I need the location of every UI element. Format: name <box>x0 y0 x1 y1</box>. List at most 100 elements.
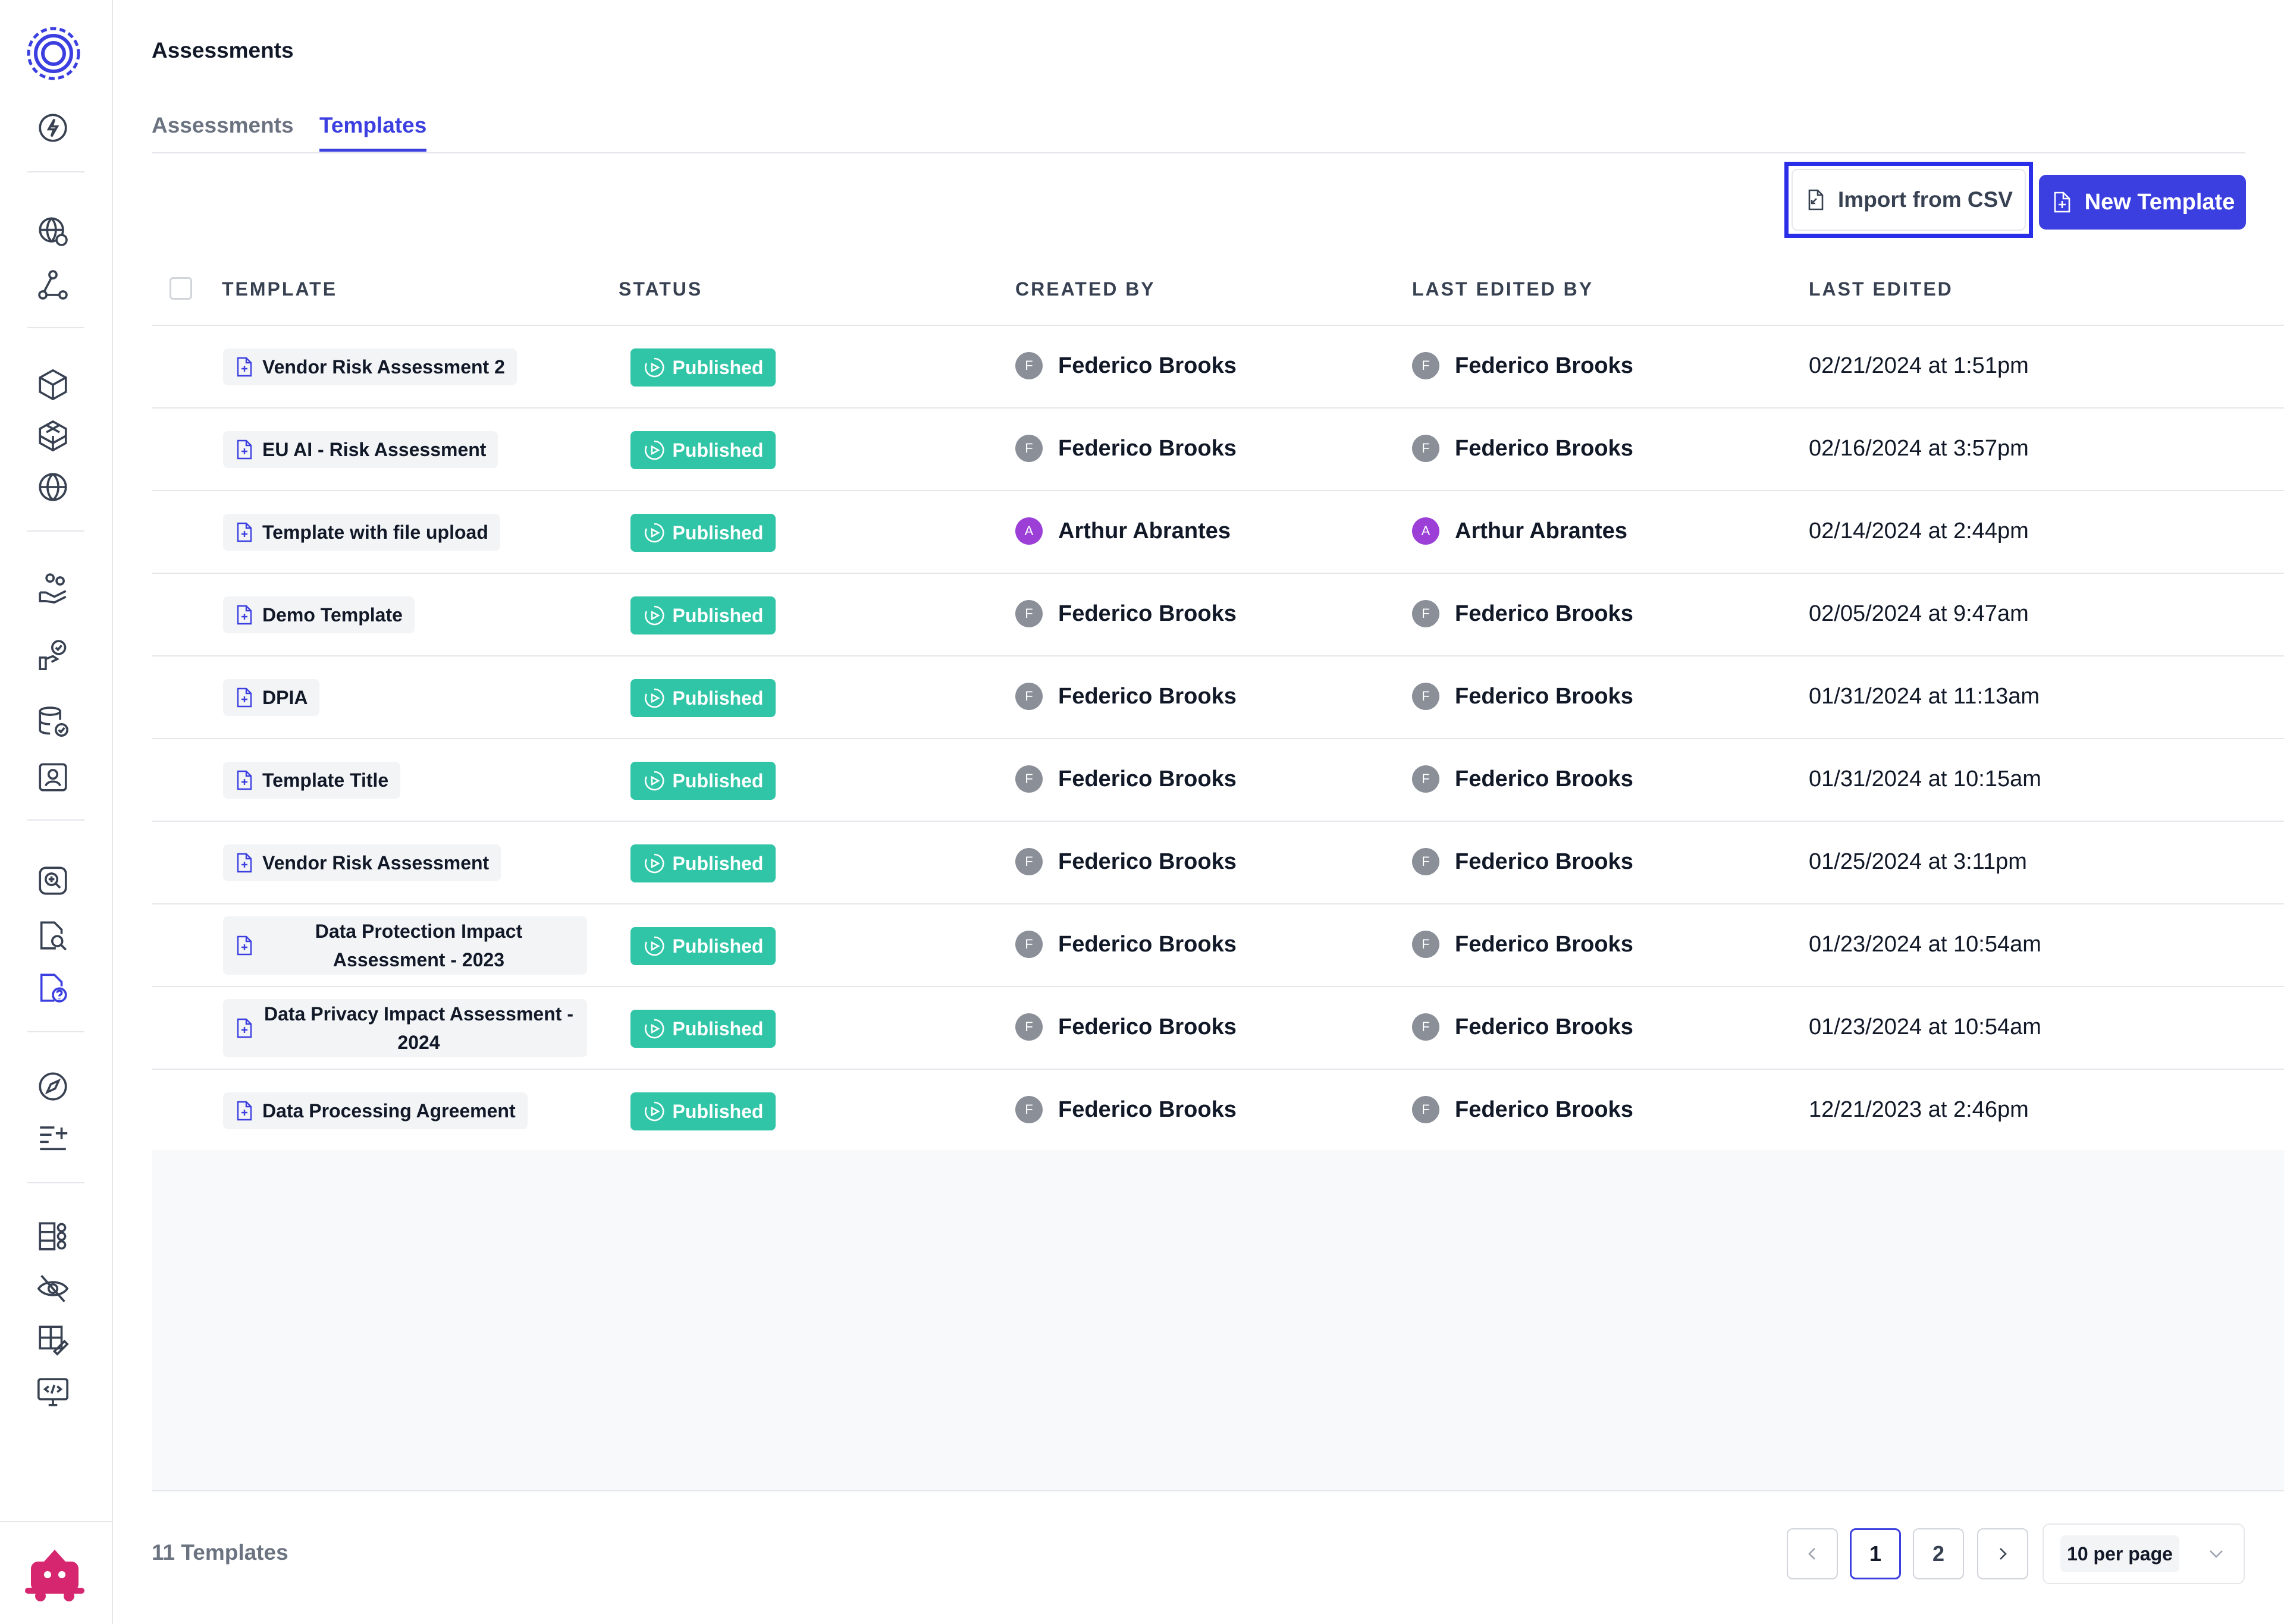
page-button-2[interactable]: 2 <box>1913 1528 1964 1579</box>
template-name-chip[interactable]: Vendor Risk Assessment 2 <box>223 348 517 385</box>
avatar: F <box>1015 1013 1043 1041</box>
created-by: F Federico Brooks <box>1015 600 1237 627</box>
per-page-select[interactable]: 10 per page <box>2043 1524 2245 1584</box>
tab-templates[interactable]: Templates <box>319 113 427 152</box>
template-name-chip[interactable]: Data Privacy Impact Assessment - 2024 <box>223 999 587 1057</box>
eye-off-icon[interactable] <box>34 1270 71 1307</box>
last-edited-date: 01/23/2024 at 10:54am <box>1809 1014 2041 1039</box>
mascot-icon[interactable] <box>23 1541 87 1603</box>
search-zoom-icon[interactable] <box>34 862 71 899</box>
column-header-template[interactable]: TEMPLATE <box>222 278 337 300</box>
template-name-chip[interactable]: Template Title <box>223 762 401 799</box>
apps-grid-icon[interactable] <box>34 1218 71 1255</box>
compass-icon[interactable] <box>34 1068 71 1105</box>
chevron-left-icon <box>1808 1548 1815 1560</box>
template-name: Demo Template <box>262 604 403 626</box>
table-header: TEMPLATE STATUS CREATED BY LAST EDITED B… <box>152 265 2284 326</box>
column-header-status[interactable]: STATUS <box>619 278 702 300</box>
select-all-checkbox[interactable] <box>170 277 192 300</box>
table-empty-area <box>152 1150 2284 1491</box>
table-row[interactable]: DPIA Published F Federico Brooks F Federico B… <box>152 656 2284 739</box>
table-row[interactable]: Template Title Published F Federico Brooks F… <box>152 739 2284 822</box>
template-name-chip[interactable]: Vendor Risk Assessment <box>223 844 501 881</box>
document-search-icon[interactable] <box>34 917 71 954</box>
last-edited-by: F Federico Brooks <box>1412 931 1633 958</box>
status-badge: Published <box>630 679 776 717</box>
hand-people-icon[interactable] <box>34 570 71 607</box>
last-edited-by: F Federico Brooks <box>1412 352 1633 379</box>
app-logo-icon[interactable] <box>24 24 83 83</box>
import-csv-button-inner[interactable]: Import from CSV <box>1792 169 2026 231</box>
last-edited-by-name: Federico Brooks <box>1455 1014 1633 1039</box>
last-edited-by-name: Federico Brooks <box>1455 849 1633 874</box>
created-by-name: Federico Brooks <box>1058 766 1237 791</box>
contact-card-icon[interactable] <box>34 759 71 796</box>
status-badge: Published <box>630 596 776 634</box>
table-row[interactable]: Vendor Risk Assessment 2 Published F Federi… <box>152 326 2284 409</box>
page-button-1[interactable]: 1 <box>1850 1528 1901 1579</box>
hand-thumb-icon[interactable] <box>34 636 71 673</box>
last-edited-by-name: Federico Brooks <box>1455 683 1633 709</box>
published-icon <box>644 853 664 874</box>
globe-grid-icon[interactable] <box>34 469 71 505</box>
table-row[interactable]: EU AI - Risk Assessment Published F Federic… <box>152 409 2284 491</box>
last-edited-date: 02/14/2024 at 2:44pm <box>1809 519 2029 544</box>
tab-assessments[interactable]: Assessments <box>152 113 294 149</box>
avatar: F <box>1412 600 1439 627</box>
last-edited-date: 02/21/2024 at 1:51pm <box>1809 353 2029 378</box>
status-badge: Published <box>630 1010 776 1048</box>
template-name-chip[interactable]: Data Processing Agreement <box>223 1092 528 1129</box>
prev-page-button[interactable] <box>1787 1528 1838 1579</box>
created-by-name: Federico Brooks <box>1058 435 1237 461</box>
table-row[interactable]: Vendor Risk Assessment Published F Federico… <box>152 822 2284 904</box>
template-name-chip[interactable]: EU AI - Risk Assessment <box>223 431 498 468</box>
published-icon <box>644 605 664 626</box>
published-icon <box>644 771 664 791</box>
column-header-last-edited-by[interactable]: LAST EDITED BY <box>1412 278 1593 300</box>
template-name-chip[interactable]: DPIA <box>223 679 320 716</box>
template-name-chip[interactable]: Template with file upload <box>223 514 500 551</box>
per-page-value: 10 per page <box>2060 1535 2179 1572</box>
box-icon[interactable] <box>34 366 71 403</box>
avatar: F <box>1015 848 1043 875</box>
created-by: F Federico Brooks <box>1015 352 1237 379</box>
new-template-button[interactable]: New Template <box>2039 175 2246 230</box>
next-page-button[interactable] <box>1977 1528 2028 1579</box>
file-import-icon <box>1808 189 1824 211</box>
table-row[interactable]: Data Protection Impact Assessment - 2023… <box>152 904 2284 987</box>
created-by: F Federico Brooks <box>1015 683 1237 710</box>
template-name: DPIA <box>262 686 308 708</box>
workflow-icon[interactable] <box>34 266 71 303</box>
bolt-icon[interactable] <box>34 109 71 146</box>
document-icon <box>237 357 252 377</box>
avatar: F <box>1412 1096 1439 1123</box>
template-count: 11 Templates <box>152 1540 288 1565</box>
grid-edit-icon[interactable] <box>34 1321 71 1358</box>
import-csv-button[interactable]: Import from CSV <box>1784 162 2033 238</box>
table-row[interactable]: Demo Template Published F Federico Brooks F F… <box>152 574 2284 656</box>
created-by: F Federico Brooks <box>1015 1013 1237 1041</box>
table-row[interactable]: Data Processing Agreement Published F Feder… <box>152 1070 2284 1152</box>
column-header-created-by[interactable]: CREATED BY <box>1015 278 1156 300</box>
template-name-chip[interactable]: Data Protection Impact Assessment - 2023 <box>223 916 587 975</box>
status-label: Published <box>672 1017 764 1039</box>
list-sparkle-icon[interactable] <box>34 1119 71 1156</box>
last-edited-by-name: Federico Brooks <box>1455 435 1633 461</box>
document-icon <box>237 853 252 873</box>
template-name-chip[interactable]: Demo Template <box>223 596 415 633</box>
last-edited-date: 12/21/2023 at 2:46pm <box>1809 1097 2029 1122</box>
document-question-icon[interactable] <box>34 969 71 1006</box>
column-header-last-edited[interactable]: LAST EDITED <box>1809 278 1953 300</box>
globe-settings-icon[interactable] <box>34 213 71 250</box>
status-label: Published <box>672 604 764 626</box>
avatar: F <box>1412 435 1439 462</box>
table-row[interactable]: Template with file upload Published A Arthu… <box>152 491 2284 574</box>
table-row[interactable]: Data Privacy Impact Assessment - 2024 Pub… <box>152 987 2284 1070</box>
status-badge: Published <box>630 844 776 882</box>
cubes-icon[interactable] <box>34 417 71 454</box>
database-check-icon[interactable] <box>34 703 71 740</box>
status-label: Published <box>672 1100 764 1122</box>
code-monitor-icon[interactable] <box>34 1374 71 1411</box>
status-label: Published <box>672 769 764 791</box>
created-by-name: Federico Brooks <box>1058 683 1237 709</box>
